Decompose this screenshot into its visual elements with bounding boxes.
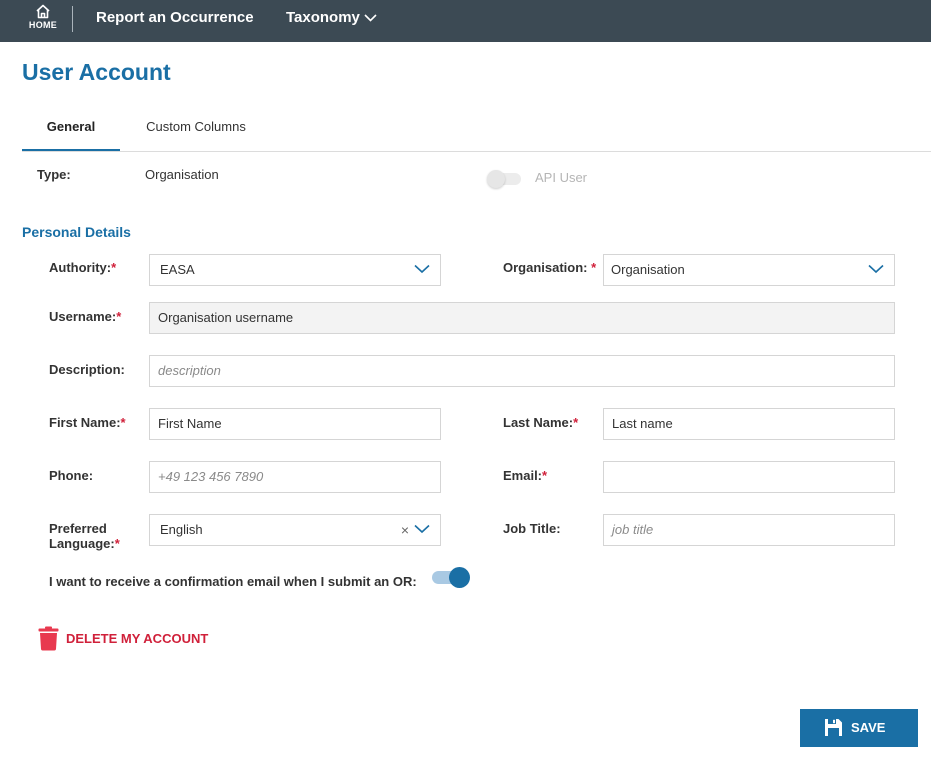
- api-user-toggle-knob: [487, 170, 505, 188]
- nav-taxonomy-dropdown[interactable]: Taxonomy: [286, 9, 377, 26]
- phone-input[interactable]: +49 123 456 7890: [149, 461, 441, 493]
- first-name-input[interactable]: First Name: [149, 408, 441, 440]
- preferred-language-label: Preferred Language:*: [49, 521, 120, 551]
- confirmation-toggle-knob: [449, 567, 470, 588]
- first-name-value: First Name: [158, 416, 222, 431]
- organisation-value: Organisation: [611, 262, 685, 277]
- chevron-down-icon: [414, 264, 430, 274]
- home-button[interactable]: HOME: [26, 4, 60, 36]
- tabs-divider: [22, 151, 931, 152]
- preferred-language-value: English: [160, 522, 203, 537]
- tab-custom-columns[interactable]: Custom Columns: [120, 112, 272, 152]
- type-value: Organisation: [145, 167, 219, 182]
- preferred-language-select[interactable]: English ×: [149, 514, 441, 546]
- last-name-value: Last name: [612, 416, 673, 431]
- job-title-label: Job Title:: [503, 521, 561, 536]
- floppy-disk-icon: [825, 719, 842, 736]
- home-label: HOME: [28, 20, 58, 30]
- chevron-down-icon: [364, 14, 377, 22]
- confirmation-email-label: I want to receive a confirmation email w…: [49, 574, 417, 589]
- description-input[interactable]: description: [149, 355, 895, 387]
- home-icon: [36, 4, 50, 19]
- nav-report-occurrence[interactable]: Report an Occurrence: [96, 9, 254, 26]
- nav-taxonomy-label: Taxonomy: [286, 9, 360, 26]
- authority-value: EASA: [160, 262, 195, 277]
- redaction-patch: [727, 259, 781, 278]
- phone-placeholder: +49 123 456 7890: [158, 469, 264, 484]
- username-field: Organisation username: [149, 302, 895, 334]
- authority-select[interactable]: EASA: [149, 254, 441, 286]
- page-title: User Account: [22, 59, 171, 85]
- clear-icon[interactable]: ×: [401, 515, 409, 545]
- email-input[interactable]: [603, 461, 895, 493]
- last-name-input[interactable]: Last name: [603, 408, 895, 440]
- last-name-label: Last Name:*: [503, 415, 579, 430]
- description-placeholder: description: [158, 363, 221, 378]
- chevron-down-icon: [414, 524, 430, 534]
- save-button[interactable]: SAVE: [800, 709, 918, 747]
- delete-account-label: DELETE MY ACCOUNT: [66, 631, 209, 646]
- description-label: Description:: [49, 362, 125, 377]
- confirmation-email-toggle[interactable]: [432, 567, 470, 589]
- organisation-label: Organisation: *: [503, 260, 597, 275]
- email-label: Email:*: [503, 468, 548, 483]
- trash-icon: [38, 626, 59, 651]
- phone-label: Phone:: [49, 468, 94, 483]
- api-user-toggle[interactable]: [487, 170, 523, 188]
- first-name-label: First Name:*: [49, 415, 126, 430]
- nav-report-label: Report an Occurrence: [96, 9, 254, 26]
- api-user-label: API User: [535, 170, 588, 185]
- personal-details-heading: Personal Details: [22, 224, 131, 240]
- chevron-down-icon: [868, 264, 884, 274]
- job-title-placeholder: job title: [612, 522, 654, 537]
- top-navigation-bar: HOME Report an Occurrence Taxonomy: [0, 0, 931, 42]
- type-label: Type:: [37, 167, 71, 182]
- username-label: Username:*: [49, 309, 122, 324]
- authority-label: Authority:*: [49, 260, 117, 275]
- topbar-divider: [72, 6, 73, 32]
- username-value: Organisation username: [158, 310, 294, 325]
- job-title-input[interactable]: job title: [603, 514, 895, 546]
- save-label: SAVE: [851, 720, 886, 735]
- tab-general[interactable]: General: [22, 112, 120, 152]
